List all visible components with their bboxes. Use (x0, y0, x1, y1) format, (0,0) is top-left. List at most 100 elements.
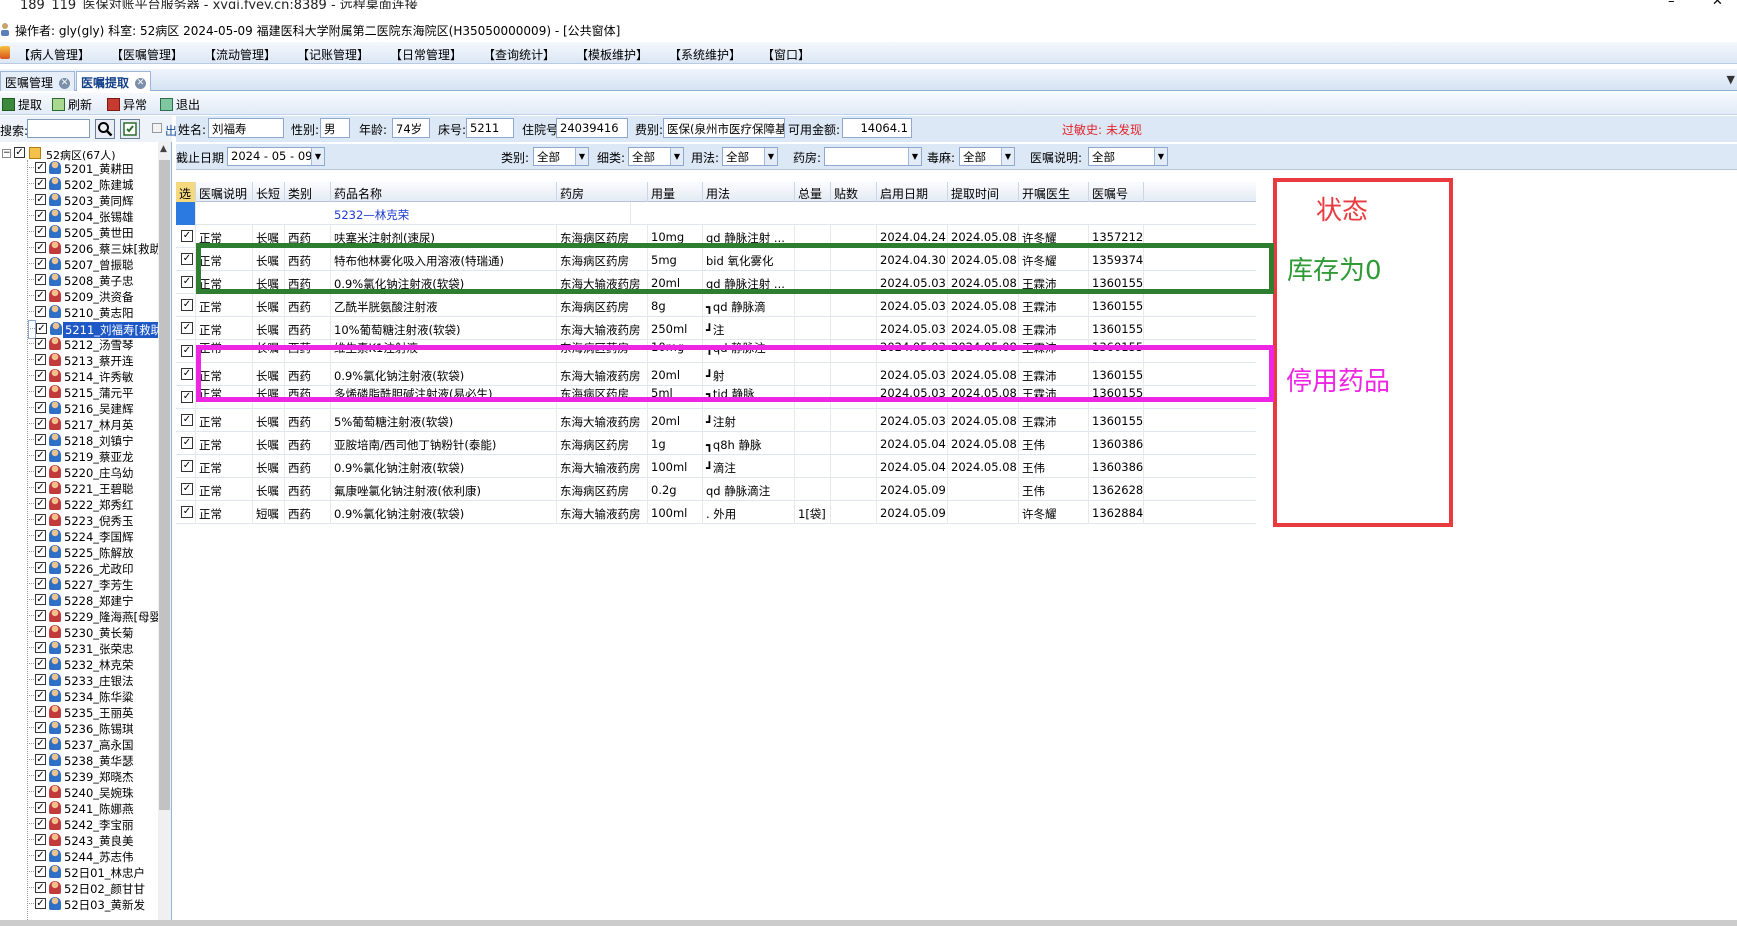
column-header-order-number[interactable]: 医嘱号 (1089, 182, 1144, 202)
patient-checkbox[interactable]: ✓ (35, 690, 46, 701)
row-select-cell[interactable]: ✓ (176, 432, 196, 455)
column-header-paste-count[interactable]: 贴数 (831, 182, 877, 202)
column-header-drug-name[interactable]: 药品名称 (331, 182, 557, 202)
patient-checkbox[interactable]: ✓ (35, 642, 46, 653)
row-select-cell[interactable]: ✓ (176, 271, 196, 294)
patient-checkbox[interactable]: ✓ (35, 450, 46, 461)
row-checkbox[interactable]: ✓ (181, 276, 193, 288)
patient-checkbox[interactable]: ✓ (35, 770, 46, 781)
row-checkbox[interactable]: ✓ (181, 345, 193, 357)
patient-checkbox[interactable]: ✓ (35, 226, 46, 237)
patient-checkbox[interactable]: ✓ (35, 866, 46, 877)
patient-checkbox[interactable]: ✓ (35, 658, 46, 669)
tab-order-extract[interactable]: 医嘱提取 ✕ (76, 71, 152, 91)
patient-checkbox[interactable]: ✓ (35, 738, 46, 749)
abnormal-button[interactable]: 异常 (107, 96, 147, 113)
column-header-select[interactable]: 选 (176, 182, 196, 202)
chevron-down-icon[interactable]: ▼ (670, 148, 683, 165)
close-tab-icon[interactable]: ✕ (135, 78, 147, 89)
patient-checkbox[interactable]: ✓ (35, 610, 46, 621)
patient-checkbox[interactable]: ✓ (35, 210, 46, 221)
patient-checkbox[interactable]: ✓ (35, 178, 46, 189)
order-row[interactable]: ✓ 正常 长嘱 西药 亚胺培南/西司他丁钠粉针(泰能) 东海病区药房 1g ┓q8h 静脉 20… (176, 432, 1256, 455)
patient-checkbox[interactable]: ✓ (35, 418, 46, 429)
row-checkbox[interactable]: ✓ (181, 230, 193, 242)
root-checkbox[interactable]: ✓ (14, 147, 25, 158)
locate-button[interactable] (120, 119, 140, 139)
row-select-cell[interactable]: ✓ (176, 294, 196, 317)
row-select-cell[interactable]: ✓ (176, 455, 196, 478)
chevron-down-icon[interactable]: ▼ (908, 148, 921, 165)
scroll-up-icon[interactable]: ▲ (160, 144, 167, 154)
group-row[interactable]: 5232—林克荣 (176, 202, 1256, 225)
chevron-down-icon[interactable]: ▼ (1001, 148, 1014, 165)
column-header-doctor[interactable]: 开嘱医生 (1019, 182, 1089, 202)
close-tab-icon[interactable]: ✕ (59, 78, 71, 89)
patient-checkbox[interactable]: ✓ (35, 786, 46, 797)
show-discharged-checkbox[interactable] (152, 123, 162, 133)
row-select-cell[interactable]: ✓ (176, 340, 196, 363)
patient-checkbox[interactable]: ✓ (35, 530, 46, 541)
cutoff-date-picker[interactable]: 2024 - 05 - 09 ▼ (227, 147, 325, 166)
menu-window[interactable]: 【窗口】 (762, 46, 810, 63)
row-checkbox[interactable]: ✓ (181, 483, 193, 495)
patient-checkbox[interactable]: ✓ (35, 194, 46, 205)
chevron-down-icon[interactable]: ▼ (311, 148, 324, 165)
column-header-usage[interactable]: 用法 (703, 182, 795, 202)
patient-search-input[interactable] (27, 119, 90, 138)
column-header-extract-time[interactable]: 提取时间 (948, 182, 1019, 202)
patient-checkbox[interactable]: ✓ (35, 242, 46, 253)
menu-billing-management[interactable]: 【记账管理】 (297, 46, 369, 63)
patient-checkbox[interactable]: ✓ (35, 722, 46, 733)
menu-daily-management[interactable]: 【日常管理】 (390, 46, 462, 63)
patient-checkbox[interactable]: ✓ (35, 578, 46, 589)
patient-checkbox[interactable]: ✓ (35, 594, 46, 605)
order-row[interactable]: ✓ 正常 长嘱 西药 乙酰半胱氨酸注射液 东海病区药房 8g ┓qd 静脉滴 2024.05.0… (176, 294, 1256, 317)
row-checkbox[interactable]: ✓ (181, 391, 193, 403)
patient-checkbox[interactable]: ✓ (35, 882, 46, 893)
patient-checkbox[interactable]: ✓ (36, 323, 47, 334)
column-header-dose[interactable]: 用量 (648, 182, 703, 202)
search-button[interactable] (95, 119, 115, 139)
column-header-start-date[interactable]: 启用日期 (877, 182, 948, 202)
close-window-button[interactable]: ✕ (1712, 0, 1723, 9)
row-checkbox[interactable]: ✓ (181, 368, 193, 380)
scroll-thumb[interactable] (159, 160, 170, 810)
row-checkbox[interactable]: ✓ (181, 437, 193, 449)
toxic-select[interactable]: 全部 ▼ (959, 147, 1015, 166)
row-checkbox[interactable]: ✓ (181, 506, 193, 518)
category-select[interactable]: 全部 ▼ (533, 147, 589, 166)
column-header-order-note[interactable]: 医嘱说明 (196, 182, 253, 202)
tab-order-management[interactable]: 医嘱管理 ✕ (0, 71, 76, 91)
row-select-cell[interactable]: ✓ (176, 225, 196, 248)
patient-checkbox[interactable]: ✓ (35, 482, 46, 493)
row-select-cell[interactable]: ✓ (176, 363, 196, 386)
order-row[interactable]: ✓ 正常 长嘱 西药 氟康唑氯化钠注射液(依利康) 东海病区药房 0.2g qd 静脉滴注 20… (176, 478, 1256, 501)
menu-patient-management[interactable]: 【病人管理】 (18, 46, 90, 63)
row-select-cell[interactable]: ✓ (176, 478, 196, 501)
patient-checkbox[interactable]: ✓ (35, 354, 46, 365)
patient-checkbox[interactable]: ✓ (35, 370, 46, 381)
exit-button[interactable]: 退出 (160, 96, 200, 113)
row-select-cell[interactable]: ✓ (176, 317, 196, 340)
menu-template-maintenance[interactable]: 【模板维护】 (576, 46, 648, 63)
row-select-cell[interactable]: ✓ (176, 409, 196, 432)
patient-checkbox[interactable]: ✓ (35, 802, 46, 813)
subcategory-select[interactable]: 全部 ▼ (628, 147, 684, 166)
order-row[interactable]: ✓ 正常 长嘱 西药 5%葡萄糖注射液(软袋) 东海大输液药房 20ml ┛注射 2024.05… (176, 409, 1256, 432)
patient-checkbox[interactable]: ✓ (35, 674, 46, 685)
pharmacy-select[interactable]: ▼ (824, 147, 922, 166)
usage-select[interactable]: 全部 ▼ (722, 147, 778, 166)
row-checkbox[interactable]: ✓ (181, 322, 193, 334)
column-header-term[interactable]: 长短 (253, 182, 285, 202)
patient-checkbox[interactable]: ✓ (35, 306, 46, 317)
order-row[interactable]: ✓ 正常 长嘱 西药 0.9%氯化钠注射液(软袋) 东海大输液药房 100ml ┛滴注 2024… (176, 455, 1256, 478)
refresh-button[interactable]: 刷新 (52, 96, 92, 113)
patient-checkbox[interactable]: ✓ (35, 898, 46, 909)
chevron-down-icon[interactable]: ▼ (575, 148, 588, 165)
menu-system-maintenance[interactable]: 【系统维护】 (669, 46, 741, 63)
order-note-select[interactable]: 全部 ▼ (1088, 147, 1168, 166)
patient-checkbox[interactable]: ✓ (35, 290, 46, 301)
patient-checkbox[interactable]: ✓ (35, 626, 46, 637)
patient-checkbox[interactable]: ✓ (35, 338, 46, 349)
